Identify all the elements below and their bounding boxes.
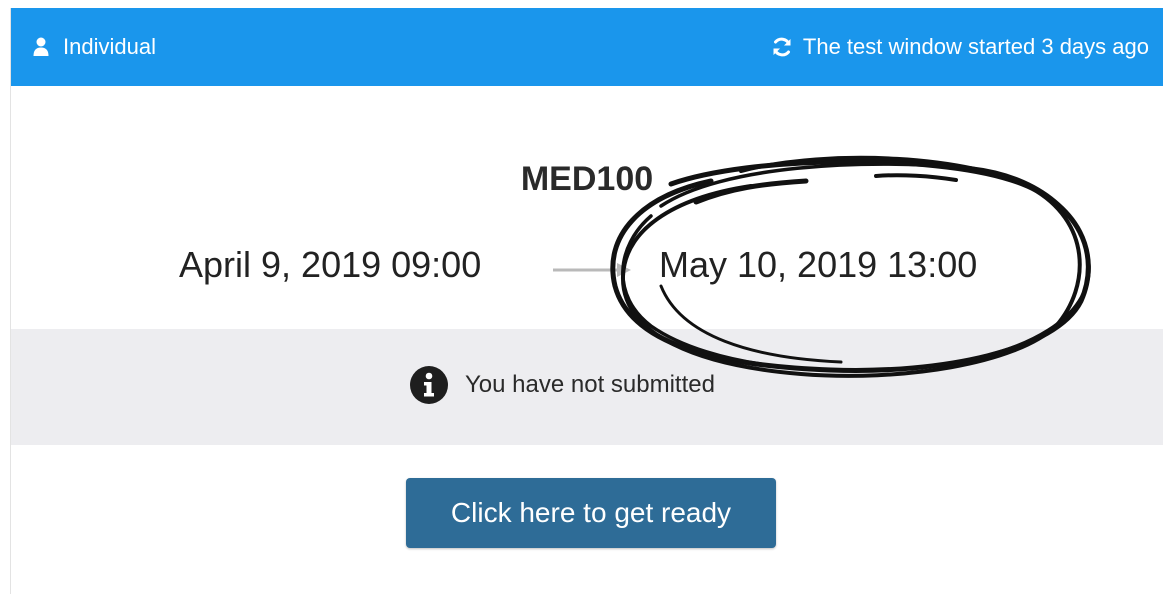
end-datetime: May 10, 2019 13:00 (659, 244, 978, 285)
refresh-icon[interactable] (771, 36, 793, 58)
info-icon (409, 365, 449, 405)
mode-indicator: Individual (33, 8, 156, 86)
test-window-dates: April 9, 2019 09:00 May 10, 2019 13:00 (11, 244, 1163, 300)
test-card: Individual The test window started 3 day… (10, 8, 1163, 594)
get-ready-button[interactable]: Click here to get ready (406, 478, 776, 548)
window-status: The test window started 3 days ago (771, 8, 1149, 86)
mode-label: Individual (63, 34, 156, 59)
test-code: MED100 (520, 160, 654, 198)
submission-status-text: You have not submitted (465, 371, 715, 398)
user-icon (33, 37, 49, 57)
header-bar: Individual The test window started 3 day… (11, 8, 1163, 86)
arrow-right-icon (551, 260, 633, 285)
submission-status-band: You have not submitted (11, 329, 1163, 445)
submission-status: You have not submitted (409, 365, 715, 405)
window-status-text: The test window started 3 days ago (802, 34, 1149, 59)
start-datetime: April 9, 2019 09:00 (179, 244, 482, 285)
